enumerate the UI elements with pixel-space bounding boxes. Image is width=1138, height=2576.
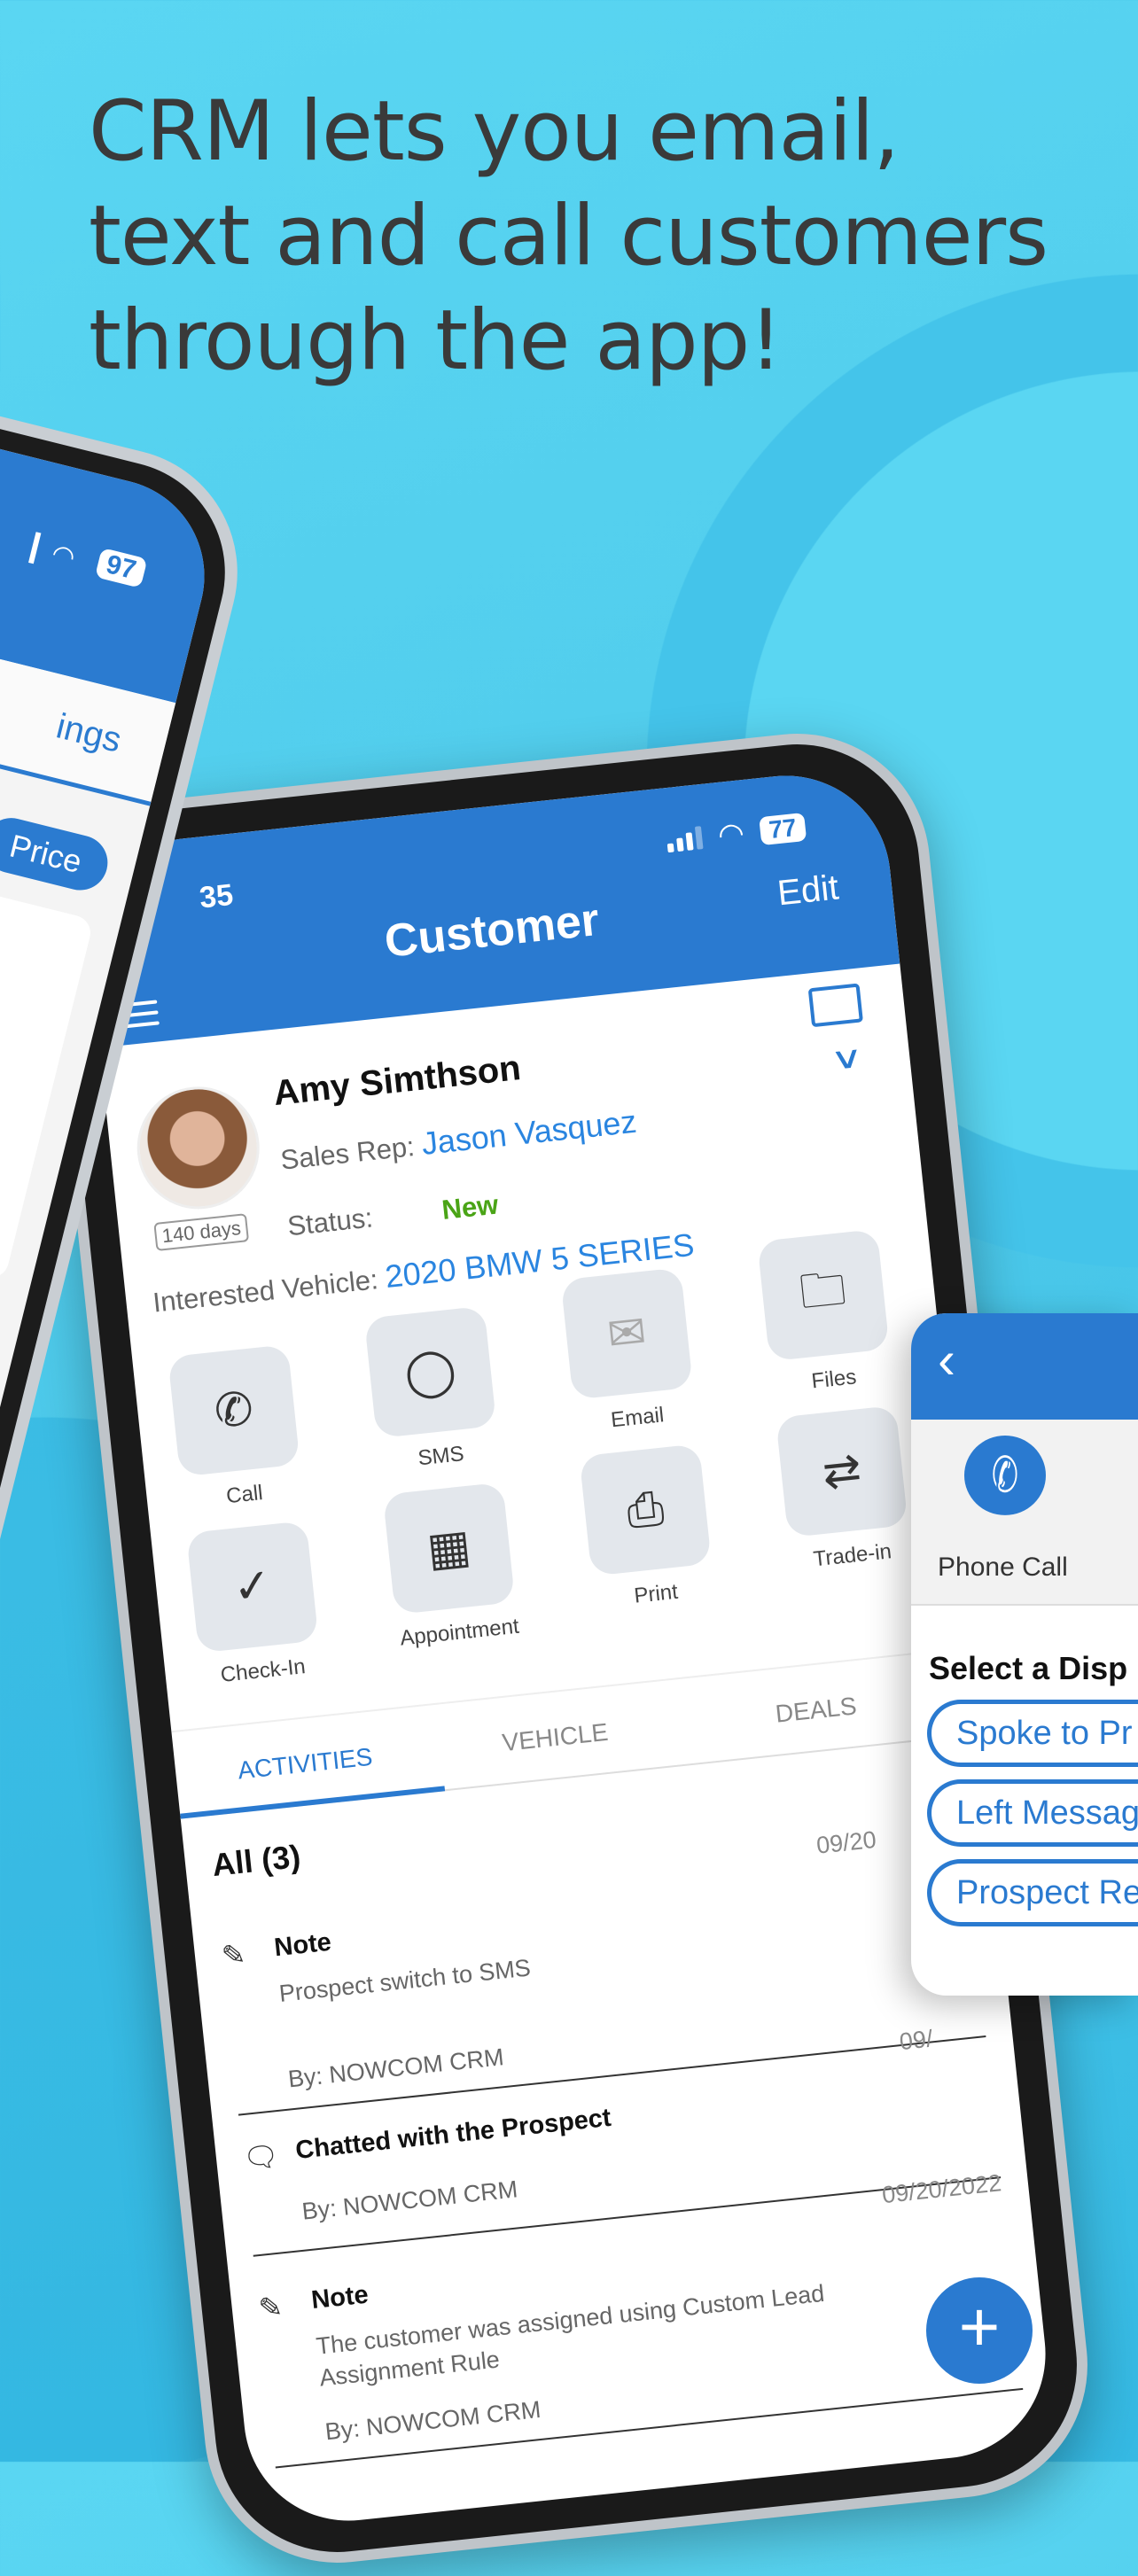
chat-icon: 🗨 <box>241 2139 281 2175</box>
activity-description: The customer was assigned using Custom L… <box>315 2279 826 2392</box>
phone-call-icon[interactable]: ✆ <box>964 1436 1046 1515</box>
activity-description: Prospect switch to SMS <box>277 1954 533 2008</box>
tab-settings-partial[interactable]: ings <box>52 706 125 760</box>
disposition-option[interactable]: Left Messag <box>927 1779 1138 1847</box>
call-disposition-panel: ‹ ✆ Phone Call Select a Disp Spoke to Pr… <box>911 1313 1138 1996</box>
activity-filter[interactable]: All (3) <box>210 1838 302 1884</box>
activity-author: By: NOWCOM CRM <box>300 2175 519 2225</box>
headline-line: through the app! <box>89 292 783 389</box>
envelope-icon: ✉ <box>560 1267 693 1400</box>
chevron-down-icon[interactable]: ∨ <box>829 1039 865 1078</box>
action-label: Email <box>609 1403 666 1433</box>
activity-item[interactable]: 09/20/2022 ✎ Note The customer was assig… <box>257 2169 1024 2469</box>
sales-rep-row: Sales Rep: Jason Vasquez <box>278 1103 638 1178</box>
action-appointment[interactable]: ▦ Appointment <box>382 1482 523 1652</box>
wifi-icon: ◠ <box>716 816 746 853</box>
sales-rep-link[interactable]: Jason Vasquez <box>420 1103 638 1162</box>
note-icon: ✎ <box>220 1937 247 1973</box>
action-files[interactable]: 🗀 Files <box>757 1228 897 1398</box>
phone-icon: ✆ <box>168 1344 300 1477</box>
status-value: New <box>440 1188 500 1226</box>
action-label: Print <box>633 1579 680 1608</box>
action-label: Call <box>224 1481 264 1509</box>
activity-date: 09/20 <box>815 1825 878 1859</box>
note-icon: ✎ <box>257 2290 284 2325</box>
status-row: Status: New <box>286 1188 500 1242</box>
tab-activities[interactable]: ACTIVITIES <box>237 1743 374 1786</box>
action-sms[interactable]: ◯ SMS <box>363 1305 504 1475</box>
status-icons: ◠ 77 <box>665 809 807 859</box>
activity-author: By: NOWCOM CRM <box>286 2043 505 2093</box>
action-grid: ✆ Call ◯ SMS ✉ Email 🗀 Files ✓ Check-In ▦ Appo… <box>164 1228 932 1692</box>
activity-type: Note <box>272 1927 333 1963</box>
tab-vehicle[interactable]: VEHICLE <box>501 1718 610 1757</box>
chat-bubble-icon: ◯ <box>363 1305 497 1439</box>
price-pill[interactable]: Price <box>0 812 113 897</box>
disposition-option[interactable]: Prospect Re <box>927 1859 1138 1926</box>
activity-author: By: NOWCOM CRM <box>323 2395 542 2446</box>
action-email[interactable]: ✉ Email <box>560 1267 701 1437</box>
action-trade-in[interactable]: ⇄ Trade-in <box>776 1405 916 1575</box>
signal-icon <box>666 826 704 853</box>
headline-line: text and call customers <box>89 188 1048 284</box>
disposition-heading: Select a Disp <box>929 1650 1128 1686</box>
battery-indicator: 77 <box>759 812 807 846</box>
action-call[interactable]: ✆ Call <box>168 1344 308 1514</box>
calendar-icon: ▦ <box>382 1482 516 1615</box>
folder-icon: 🗀 <box>757 1228 890 1362</box>
add-activity-button[interactable]: + <box>926 2277 1033 2384</box>
action-print[interactable]: ⎙ Print <box>579 1444 719 1614</box>
back-button[interactable]: ‹ <box>911 1313 1138 1420</box>
printer-icon: ⎙ <box>579 1444 712 1576</box>
call-type-section: ✆ Phone Call <box>911 1420 1138 1606</box>
active-tab-indicator <box>180 1786 446 1819</box>
headline: CRM lets you email, text and call custom… <box>89 80 1064 393</box>
swap-arrows-icon: ⇄ <box>776 1405 908 1538</box>
edit-button[interactable]: Edit <box>776 868 840 914</box>
action-check-in[interactable]: ✓ Check-In <box>186 1521 326 1691</box>
battery-indicator: 97 <box>94 547 148 588</box>
status-time: 35 <box>198 877 235 915</box>
days-badge: 140 days <box>153 1213 250 1251</box>
secondary-card <box>0 855 95 1281</box>
nav-header: 35 ◠ 77 Customer Edit <box>78 765 900 1048</box>
disposition-option[interactable]: Spoke to Pr <box>927 1700 1138 1767</box>
sales-rep-label: Sales Rep: <box>278 1131 417 1176</box>
activity-type: Chatted with the Prospect <box>293 2103 613 2166</box>
activity-type: Note <box>309 2280 370 2315</box>
signal-wifi-icon: ▎◠ <box>28 533 79 573</box>
status-label: Status: <box>285 1202 375 1242</box>
location-check-icon: ✓ <box>186 1521 319 1654</box>
customer-name: Amy Simthson <box>271 1048 523 1114</box>
customer-screen: 35 ◠ 77 Customer Edit ∨ 140 days Amy Sim… <box>78 765 1056 2532</box>
action-label: Files <box>810 1365 858 1394</box>
call-type-label: Phone Call <box>938 1553 1068 1582</box>
action-label: Check-In <box>219 1654 307 1687</box>
action-label: Appointment <box>399 1614 520 1651</box>
tab-deals[interactable]: DEALS <box>774 1692 858 1728</box>
action-label: Trade-in <box>812 1539 893 1572</box>
activity-date: 09/ <box>898 2025 934 2056</box>
action-label: SMS <box>417 1442 465 1471</box>
headline-line: CRM lets you email, <box>89 83 900 180</box>
avatar <box>130 1080 266 1216</box>
chevron-left-icon: ‹ <box>938 1330 955 1389</box>
contact-card-icon[interactable] <box>807 983 863 1028</box>
